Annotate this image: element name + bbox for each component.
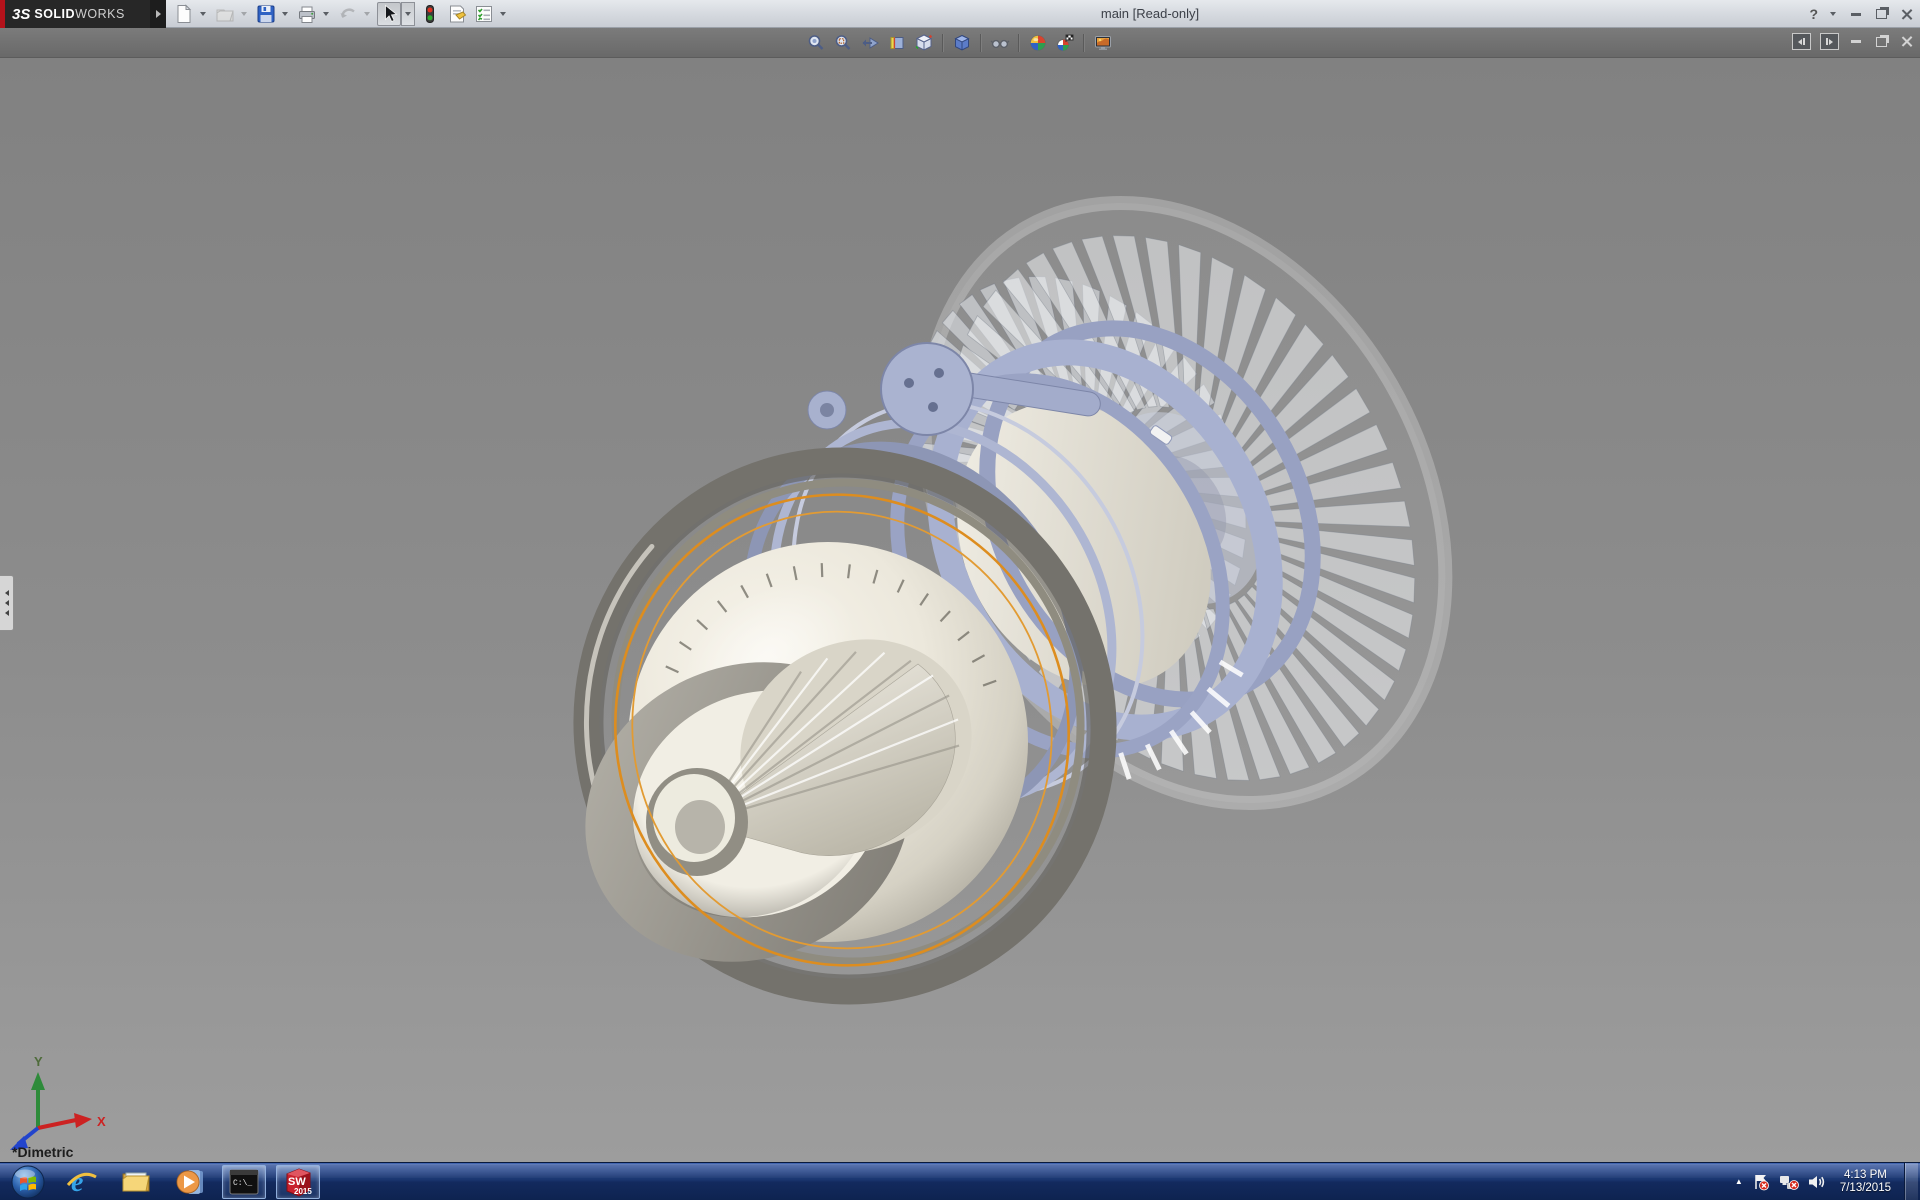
main-toolbar: [172, 2, 513, 26]
toolbar-separator: [942, 34, 944, 52]
undo-dropdown[interactable]: [360, 2, 374, 26]
open-icon[interactable]: [213, 2, 237, 26]
taskbar-media-player[interactable]: [168, 1165, 212, 1199]
feature-tree-collapse-tab[interactable]: [0, 575, 14, 631]
ie-glyph: e: [71, 1167, 83, 1198]
toolbar-separator: [1018, 34, 1020, 52]
doc-restore-button[interactable]: [1873, 34, 1889, 50]
toolbar-separator: [1083, 34, 1085, 52]
volume-icon[interactable]: [1808, 1174, 1827, 1190]
apply-scene-icon[interactable]: [1054, 32, 1076, 54]
show-hidden-icons[interactable]: ▲: [1735, 1178, 1743, 1186]
new-document-icon[interactable]: [172, 2, 196, 26]
taskbar-solidworks[interactable]: SW 2015: [276, 1165, 320, 1199]
display-style-icon[interactable]: [951, 32, 973, 54]
taskbar-command-prompt[interactable]: C:\_: [222, 1165, 266, 1199]
document-window-controls: [1792, 33, 1914, 50]
brand-name-light: WORKS: [75, 7, 125, 21]
solidworks-window: 3S SOLIDWORKS: [0, 0, 1920, 1200]
select-tool-icon[interactable]: [377, 2, 401, 26]
view-orientation-label: *Dimetric: [12, 1144, 73, 1160]
file-properties-icon[interactable]: [445, 2, 469, 26]
show-desktop-button[interactable]: [1904, 1163, 1918, 1200]
logo-red-stripe: [0, 0, 5, 28]
taskbar: e: [0, 1162, 1920, 1200]
clock[interactable]: 4:13 PM 7/13/2015: [1840, 1169, 1891, 1195]
pane-toggle-left-icon[interactable]: [1792, 33, 1811, 50]
document-bar: [0, 28, 1920, 58]
view-settings-icon[interactable]: [1092, 32, 1114, 54]
select-tool-dropdown[interactable]: [401, 2, 415, 26]
taskbar-windows-explorer[interactable]: [114, 1165, 158, 1199]
brand-name-bold: SOLID: [34, 7, 75, 21]
menu-expand-arrow-icon[interactable]: [150, 0, 166, 28]
close-button[interactable]: [1898, 6, 1914, 22]
action-center-flag-icon[interactable]: [1752, 1173, 1770, 1191]
previous-view-icon[interactable]: [859, 32, 881, 54]
restore-button[interactable]: [1873, 6, 1889, 22]
open-dropdown[interactable]: [237, 2, 251, 26]
edit-appearance-icon[interactable]: [1027, 32, 1049, 54]
help-dropdown[interactable]: [1830, 12, 1836, 16]
sw-year: 2015: [294, 1187, 312, 1196]
clock-date: 7/13/2015: [1840, 1182, 1891, 1195]
minimize-button[interactable]: [1848, 6, 1864, 22]
clock-time: 4:13 PM: [1840, 1169, 1891, 1182]
zoom-to-area-icon[interactable]: [832, 32, 854, 54]
print-icon[interactable]: [295, 2, 319, 26]
headsup-toolbar: [805, 31, 1114, 55]
cmd-glyph: C:\_: [233, 1179, 252, 1188]
options-dropdown[interactable]: [496, 2, 510, 26]
save-icon[interactable]: [254, 2, 278, 26]
window-controls: ?: [1809, 0, 1914, 28]
zoom-to-fit-icon[interactable]: [805, 32, 827, 54]
start-button[interactable]: [6, 1165, 50, 1199]
doc-close-button[interactable]: [1898, 34, 1914, 50]
system-tray: ▲ 4:13 PM 7/13/2015: [1735, 1163, 1920, 1200]
doc-minimize-button[interactable]: [1848, 34, 1864, 50]
reference-triad: Y X: [0, 1048, 120, 1158]
section-view-icon[interactable]: [886, 32, 908, 54]
save-dropdown[interactable]: [278, 2, 292, 26]
triad-y-label: Y: [34, 1054, 43, 1069]
ds-mark: 3S: [12, 6, 30, 23]
triad-x-label: X: [97, 1114, 106, 1129]
pane-toggle-right-icon[interactable]: [1820, 33, 1839, 50]
rebuild-icon[interactable]: [418, 2, 442, 26]
help-icon[interactable]: ?: [1809, 6, 1818, 22]
jet-engine-model[interactable]: [0, 58, 1920, 1162]
undo-icon[interactable]: [336, 2, 360, 26]
network-disconnected-icon[interactable]: [1779, 1173, 1799, 1191]
solidworks-logo[interactable]: 3S SOLIDWORKS: [0, 0, 166, 28]
options-icon[interactable]: [472, 2, 496, 26]
viewport-canvas[interactable]: Y X *Dimetric: [0, 58, 1920, 1162]
print-dropdown[interactable]: [319, 2, 333, 26]
hide-show-items-icon[interactable]: [989, 32, 1011, 54]
document-title: main [Read-only]: [990, 6, 1310, 21]
new-document-dropdown[interactable]: [196, 2, 210, 26]
toolbar-separator: [980, 34, 982, 52]
view-orientation-icon[interactable]: [913, 32, 935, 54]
title-bar: 3S SOLIDWORKS: [0, 0, 1920, 28]
taskbar-internet-explorer[interactable]: e: [60, 1165, 104, 1199]
